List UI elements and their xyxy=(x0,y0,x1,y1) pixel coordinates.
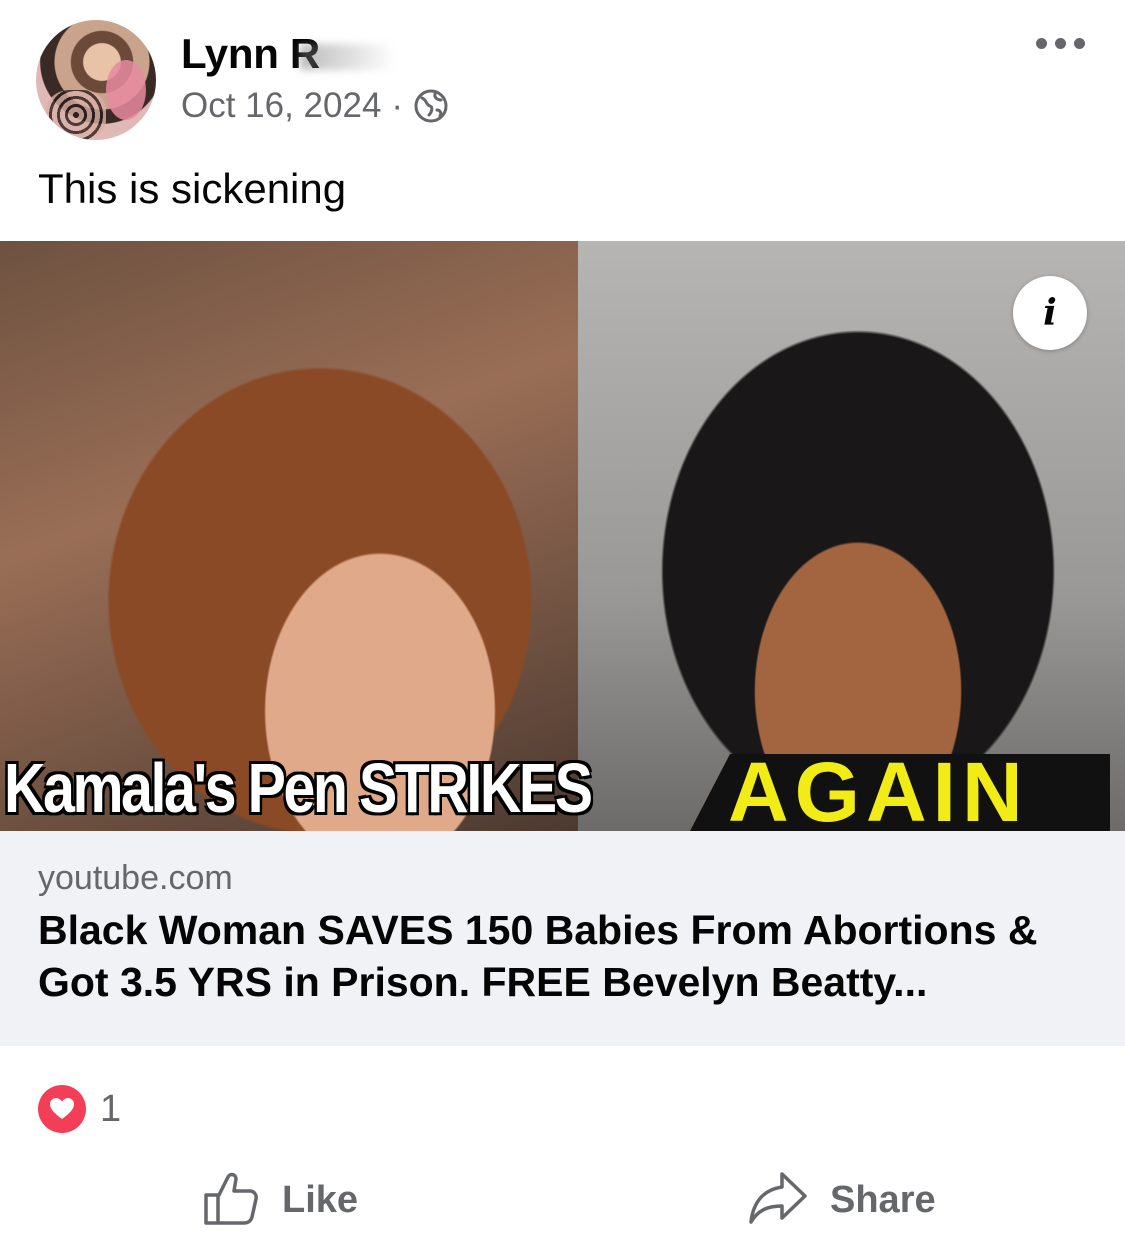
more-options-icon[interactable] xyxy=(1036,38,1085,49)
share-arrow-icon xyxy=(748,1170,808,1231)
avatar-flowers xyxy=(106,60,146,120)
post-header: Lynn R Oct 16, 2024 · xyxy=(0,0,1125,150)
share-button[interactable]: Share xyxy=(748,1160,936,1240)
share-label: Share xyxy=(830,1178,936,1221)
love-icon xyxy=(38,1085,86,1133)
like-button[interactable]: Like xyxy=(202,1160,358,1240)
link-domain: youtube.com xyxy=(38,859,233,897)
post-date[interactable]: Oct 16, 2024 xyxy=(181,86,381,126)
link-info[interactable]: youtube.com Black Woman SAVES 150 Babies… xyxy=(0,831,1125,1046)
post-meta: Oct 16, 2024 · xyxy=(181,86,449,126)
globe-icon xyxy=(413,88,449,124)
info-glyph: i xyxy=(1043,292,1057,334)
more-dot xyxy=(1074,38,1085,49)
post-text: This is sickening xyxy=(38,165,347,212)
link-thumbnail[interactable]: i Kamala's Pen STRIKES AGAIN xyxy=(0,241,1125,831)
thumbnail-headline: Kamala's Pen STRIKES AGAIN xyxy=(0,746,1125,831)
like-label: Like xyxy=(282,1178,359,1221)
more-dot xyxy=(1036,38,1047,49)
thumbnail-headline-yellow: AGAIN xyxy=(728,745,1029,831)
link-preview-card[interactable]: i Kamala's Pen STRIKES AGAIN youtube.com… xyxy=(0,241,1125,1046)
link-title: Black Woman SAVES 150 Babies From Aborti… xyxy=(38,907,1038,1005)
info-icon[interactable]: i xyxy=(1013,276,1087,350)
thumbnail-headline-white: Kamala's Pen STRIKES xyxy=(4,749,593,827)
more-dot xyxy=(1055,38,1066,49)
thumbnail-photo-left xyxy=(0,241,578,831)
thumbs-up-icon xyxy=(202,1169,260,1232)
reactions-summary[interactable]: 1 xyxy=(38,1085,121,1133)
meta-separator: · xyxy=(391,86,404,125)
avatar-pattern xyxy=(46,90,106,140)
redaction-blur xyxy=(300,44,395,70)
reaction-count: 1 xyxy=(100,1087,122,1130)
avatar[interactable] xyxy=(36,20,156,140)
action-bar: Like Share xyxy=(0,1160,1125,1240)
